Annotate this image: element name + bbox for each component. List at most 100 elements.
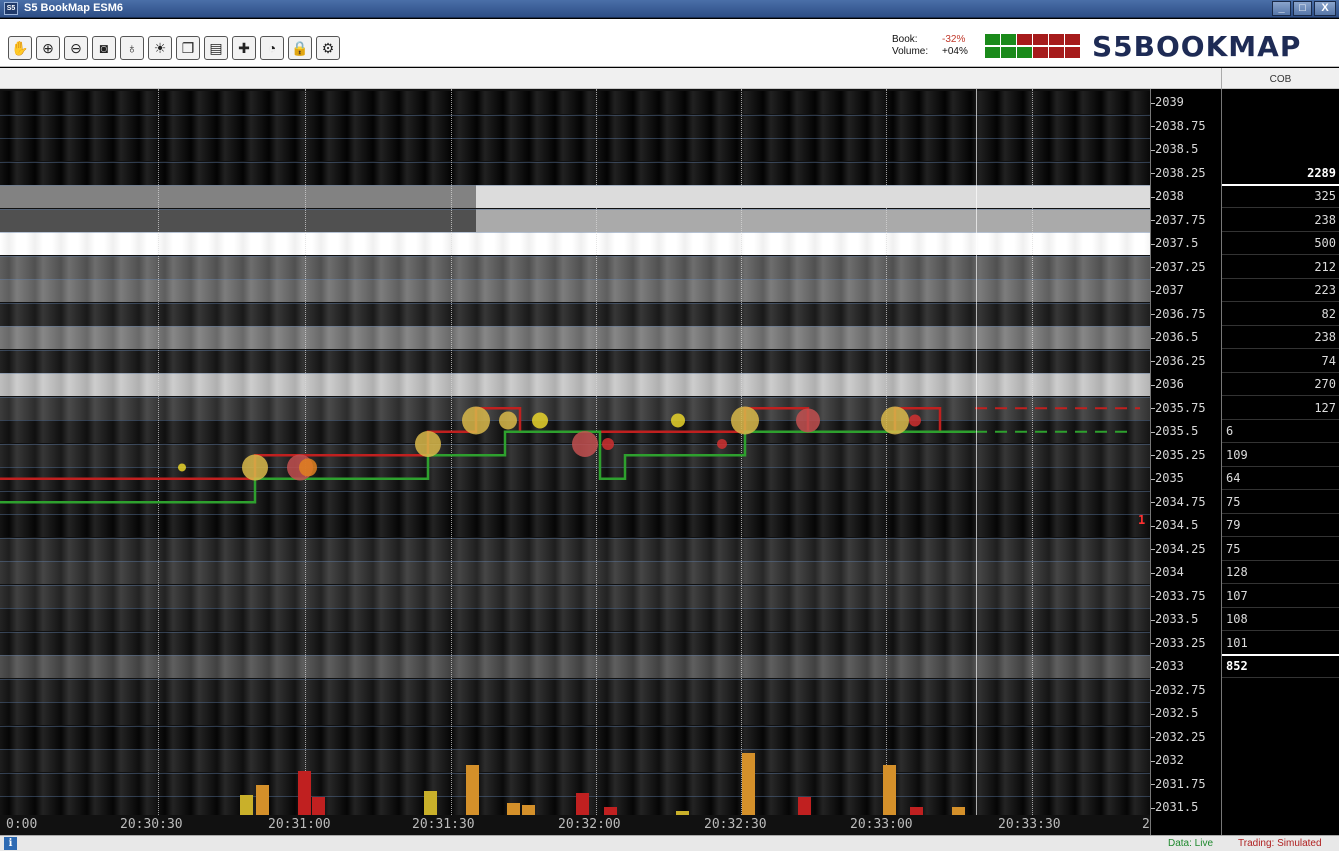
window-title: S5 BookMap ESM6 <box>24 2 124 14</box>
cob-ask-size: 500 <box>1222 232 1339 255</box>
time-label: 20:33:30 <box>998 817 1061 832</box>
price-label: 2035 <box>1155 471 1184 485</box>
price-label: 2032.5 <box>1155 706 1199 720</box>
trade-bubble <box>299 458 317 477</box>
trade-bubble <box>602 437 614 450</box>
trade-bubble <box>909 414 921 427</box>
volume-ratio-value: +04% <box>942 46 968 57</box>
crosshair-button[interactable]: ✚ <box>232 36 256 60</box>
window-titlebar: S5 S5 BookMap ESM6 _ □ X <box>0 0 1339 18</box>
minimize-button[interactable]: _ <box>1272 1 1291 16</box>
lock-button[interactable]: 🔒 <box>288 36 312 60</box>
price-label: 2034.5 <box>1155 518 1199 532</box>
time-label: 20:32:00 <box>558 817 621 832</box>
price-label: 2035.75 <box>1155 400 1206 415</box>
camera-icon: ◙ <box>99 40 109 56</box>
volume-bar <box>883 765 896 815</box>
camera-button[interactable]: ◙ <box>92 36 116 60</box>
trade-bubble <box>462 406 490 435</box>
trade-bubble <box>499 411 517 430</box>
price-label: 2038.75 <box>1155 118 1206 133</box>
price-label: 2033.5 <box>1155 612 1199 626</box>
price-label: 2036.5 <box>1155 330 1199 344</box>
volume-bar <box>424 791 437 815</box>
cob-column-header: COB <box>1221 68 1339 89</box>
time-label: 2 <box>1142 817 1150 832</box>
settings-gear-button[interactable]: ⚙ <box>316 36 340 60</box>
cob-bid-size: 128 <box>1222 561 1339 584</box>
time-label: 20:30:30 <box>120 817 183 832</box>
clock-icon: ◔ <box>267 40 277 56</box>
cob-bid-size: 64 <box>1222 467 1339 490</box>
price-axis[interactable]: 2039 2038.75 2038.5 2038.25 2038 2037.75 2037.… <box>1150 89 1221 835</box>
trade-bubble <box>532 412 548 429</box>
cob-divider <box>1222 654 1339 656</box>
volume-bar <box>798 797 811 815</box>
hand-button[interactable]: ✋ <box>8 36 32 60</box>
cob-ask-size: 127 <box>1222 397 1339 420</box>
volume-bar <box>742 753 755 815</box>
trade-overlay <box>0 406 1140 815</box>
price-label: 2035.5 <box>1155 424 1199 438</box>
price-label: 2037.25 <box>1155 259 1206 274</box>
time-label: 20:31:30 <box>412 817 475 832</box>
trade-bubble <box>671 413 685 428</box>
window-controls: _ □ X <box>1272 1 1336 16</box>
contrast-button[interactable]: ♁ <box>120 36 144 60</box>
trading-status: Trading: Simulated <box>1238 838 1322 849</box>
brightness-button[interactable]: ☀ <box>148 36 172 60</box>
cob-ask-size: 212 <box>1222 256 1339 279</box>
time-axis[interactable]: 0:00 20:30:30 20:31:00 20:31:30 20:32:00 20:3… <box>0 815 1150 835</box>
windows-button[interactable]: ❐ <box>176 36 200 60</box>
time-label: 20:33:00 <box>850 817 913 832</box>
price-label: 2035.25 <box>1155 447 1206 462</box>
volume-bar <box>522 805 535 815</box>
price-label: 2036.75 <box>1155 306 1206 321</box>
bookmap-app-icon: S5 <box>4 2 18 15</box>
price-label: 2034.75 <box>1155 494 1206 509</box>
best-bid-line <box>0 430 975 504</box>
cob-ask-size: 325 <box>1222 185 1339 208</box>
maximize-button[interactable]: □ <box>1293 1 1312 16</box>
zoom-out-button[interactable]: ⊖ <box>64 36 88 60</box>
cob-bid-size: 109 <box>1222 444 1339 467</box>
current-time-line <box>976 89 977 835</box>
price-label: 2032.25 <box>1155 729 1206 744</box>
cob-ask-size: 74 <box>1222 350 1339 373</box>
volume-bar <box>507 803 520 815</box>
price-label: 2038.25 <box>1155 165 1206 180</box>
volume-bar <box>466 765 479 815</box>
lock-icon: 🔒 <box>291 40 309 56</box>
info-icon[interactable]: i <box>4 837 17 850</box>
cob-bid-size: 107 <box>1222 585 1339 608</box>
message-icon: ▤ <box>209 40 223 56</box>
cob-ask-size: 238 <box>1222 326 1339 349</box>
order-book-heatmap[interactable]: 90 1 <box>0 89 1150 835</box>
windows-icon: ❐ <box>181 40 195 56</box>
settings-gear-icon: ⚙ <box>321 40 335 56</box>
zoom-in-icon: ⊕ <box>42 40 54 56</box>
trade-bubble <box>881 406 909 435</box>
volume-label: Volume: <box>892 46 929 57</box>
clock-button[interactable]: ◔ <box>260 36 284 60</box>
volume-bar <box>240 795 253 815</box>
book-ratio-value: -32% <box>942 34 966 45</box>
ratio-values: -32% +04% <box>942 34 968 58</box>
price-label: 2037 <box>1155 283 1184 297</box>
volume-bar <box>604 807 617 815</box>
price-label: 2038 <box>1155 189 1184 203</box>
hand-icon: ✋ <box>11 40 29 56</box>
volume-bar <box>312 797 325 815</box>
price-label: 2037.5 <box>1155 236 1199 250</box>
book-label: Book: <box>892 34 918 45</box>
close-button[interactable]: X <box>1314 1 1336 16</box>
brightness-icon: ☀ <box>153 40 167 56</box>
price-label: 2034.25 <box>1155 541 1206 556</box>
zoom-in-button[interactable]: ⊕ <box>36 36 60 60</box>
s5-bookmap-logo: S5BOOKMAP <box>1092 30 1302 63</box>
cob-bid-size: 101 <box>1222 632 1339 655</box>
message-button[interactable]: ▤ <box>204 36 228 60</box>
cob-bid-size: 6 <box>1222 420 1339 443</box>
book-imbalance-bar <box>985 34 1081 45</box>
volume-bar <box>910 807 923 815</box>
